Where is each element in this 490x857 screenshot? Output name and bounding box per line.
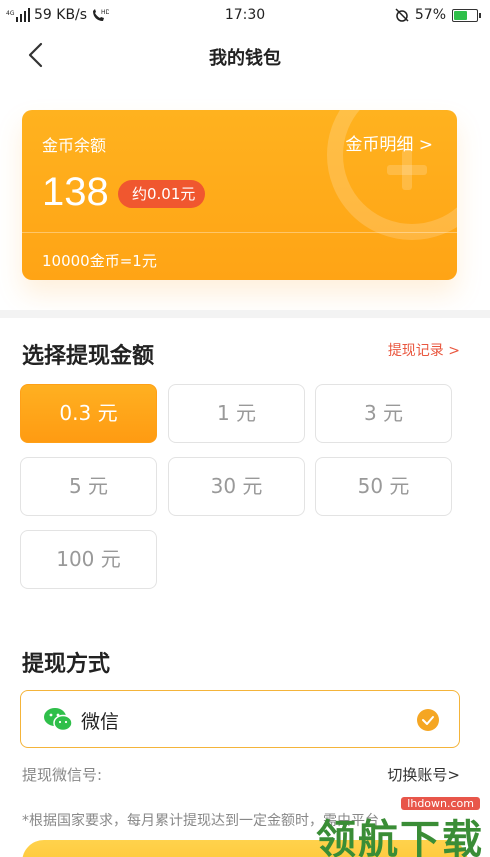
withdraw-amount-title: 选择提现金额: [22, 344, 155, 369]
withdraw-records-link[interactable]: 提现记录 >: [388, 340, 460, 360]
watermark-logo: lhdown.com 领航下载: [298, 795, 488, 857]
switch-account-link[interactable]: 切换账号>: [387, 764, 460, 785]
exchange-rate-text: 10000金币=1元: [42, 252, 157, 270]
page-title: 我的钱包: [209, 48, 281, 69]
wechat-account-label: 提现微信号:: [22, 766, 103, 784]
withdraw-method-title: 提现方式: [22, 652, 111, 677]
wechat-method-option[interactable]: 微信: [20, 690, 460, 748]
watermark-text: 领航下载: [316, 817, 484, 857]
amount-option-4[interactable]: 30 元: [168, 457, 305, 516]
coin-balance-card: 金币余额 金币明细 > 138 约0.01元 10000金币=1元: [22, 110, 457, 280]
amount-option-1[interactable]: 1 元: [168, 384, 305, 443]
approx-value-badge: 约0.01元: [118, 180, 206, 208]
card-divider: [22, 232, 457, 233]
coin-detail-link[interactable]: 金币明细 >: [345, 130, 433, 155]
status-bar: 4G 59 KB/s HD 17:30 57%: [0, 0, 490, 32]
status-right: 57%: [395, 7, 481, 23]
check-icon: [417, 709, 439, 731]
wechat-label: 微信: [81, 711, 120, 733]
coin-balance-value: 138: [42, 170, 109, 214]
amount-option-5[interactable]: 50 元: [315, 457, 452, 516]
amount-option-6[interactable]: 100 元: [20, 530, 157, 589]
nav-bar: 我的钱包: [0, 32, 490, 80]
battery-fill: [454, 10, 467, 20]
amount-option-0[interactable]: 0.3 元: [20, 384, 157, 443]
section-separator: [0, 310, 490, 318]
wechat-icon: [44, 708, 73, 732]
alarm-off-icon: [395, 8, 409, 22]
amount-option-2[interactable]: 3 元: [315, 384, 452, 443]
battery-percent: 57%: [414, 7, 446, 23]
battery-icon: [452, 8, 481, 22]
balance-label: 金币余额: [42, 136, 107, 155]
amount-option-3[interactable]: 5 元: [20, 457, 157, 516]
